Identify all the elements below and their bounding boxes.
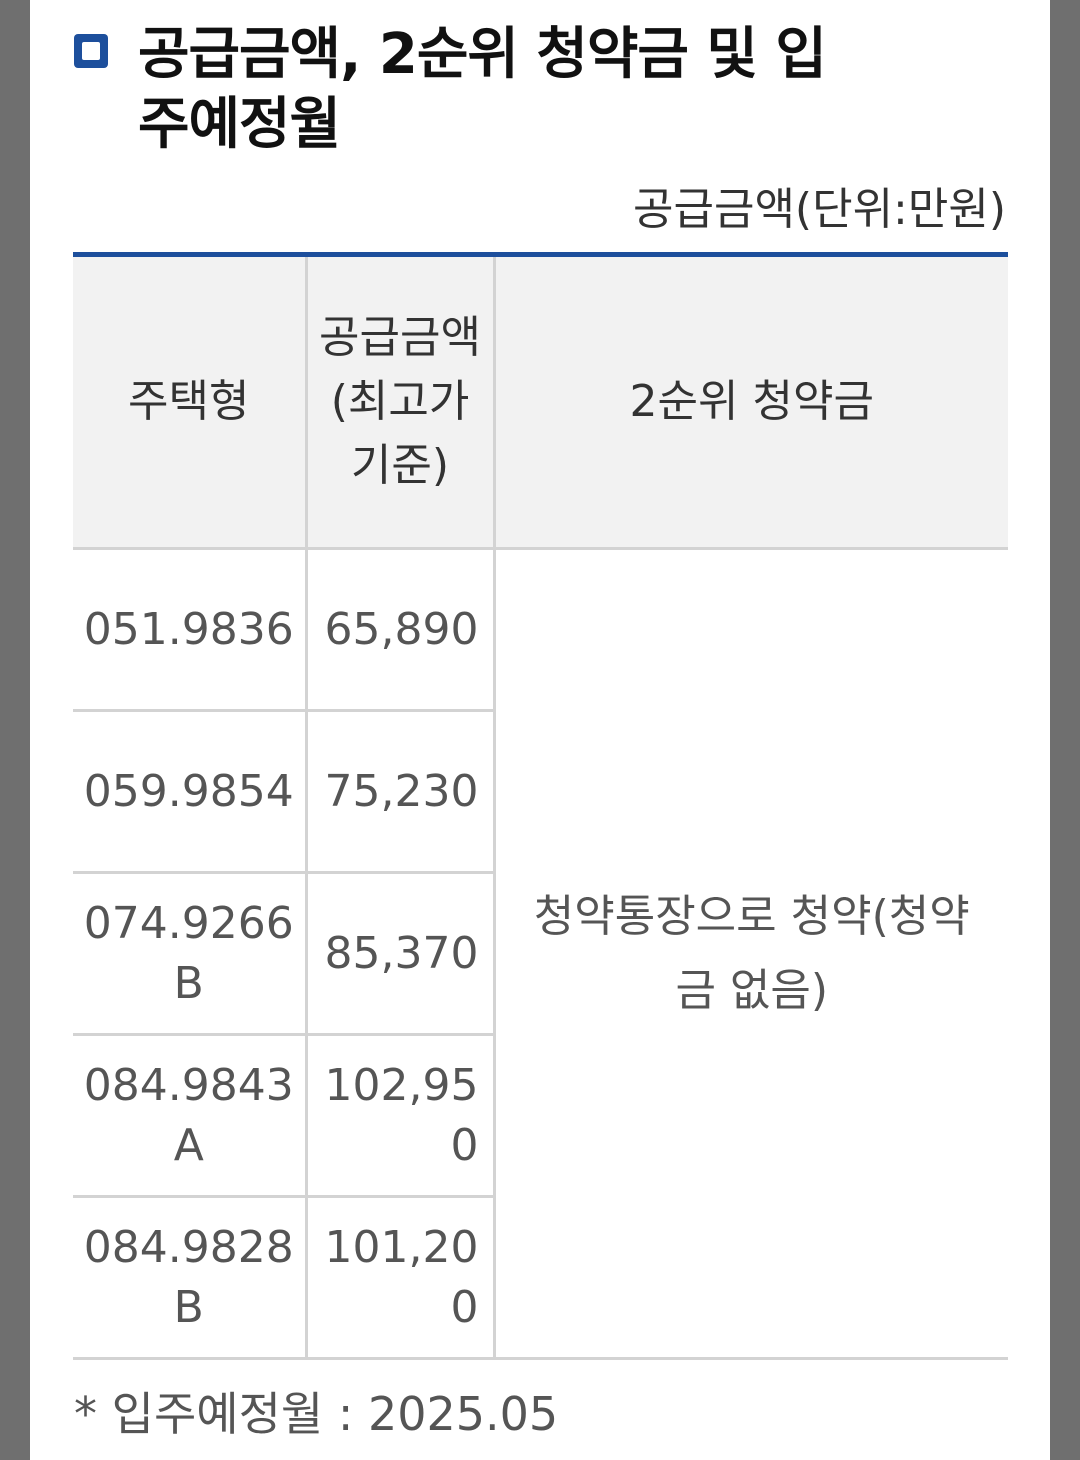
header-housing-type: 주택형 xyxy=(73,252,308,550)
housing-type-cell: 059.9854 xyxy=(73,710,308,874)
page: 공급금액, 2순위 청약금 및 입주예정월 공급금액(단위:만원) 주택형 공급… xyxy=(30,0,1050,1460)
table-header-row: 주택형 공급금액(최고가 기준) 2순위 청약금 xyxy=(73,252,1008,550)
supply-amount-cell: 65,890 xyxy=(306,548,496,712)
supply-amount-cell: 101,200 xyxy=(306,1196,496,1360)
supply-amount-cell: 85,370 xyxy=(306,872,496,1036)
housing-type-cell: 074.9266B xyxy=(73,872,308,1036)
price-table: 주택형 공급금액(최고가 기준) 2순위 청약금 051.9836 65,890… xyxy=(73,252,1008,1360)
unit-note: 공급금액(단위:만원) xyxy=(633,184,1006,235)
section-header: 공급금액, 2순위 청약금 및 입주예정월 xyxy=(74,20,1014,170)
housing-type-cell: 084.9843A xyxy=(73,1034,308,1198)
deposit-note-cell: 청약통장으로 청약(청약금 없음) xyxy=(494,548,1008,1360)
header-supply-amount: 공급금액(최고가 기준) xyxy=(306,252,496,550)
header-deposit: 2순위 청약금 xyxy=(494,252,1008,550)
housing-type-cell: 084.9828B xyxy=(73,1196,308,1360)
price-table-container: 주택형 공급금액(최고가 기준) 2순위 청약금 051.9836 65,890… xyxy=(73,252,1008,1360)
table-row: 051.9836 65,890 청약통장으로 청약(청약금 없음) xyxy=(73,548,1008,1360)
housing-type-cell: 051.9836 xyxy=(73,548,308,712)
square-bullet-icon xyxy=(74,34,108,68)
move-in-note: * 입주예정월 : 2025.05 xyxy=(74,1387,559,1441)
section-title: 공급금액, 2순위 청약금 및 입주예정월 xyxy=(138,22,827,157)
supply-amount-cell: 102,950 xyxy=(306,1034,496,1198)
supply-amount-cell: 75,230 xyxy=(306,710,496,874)
